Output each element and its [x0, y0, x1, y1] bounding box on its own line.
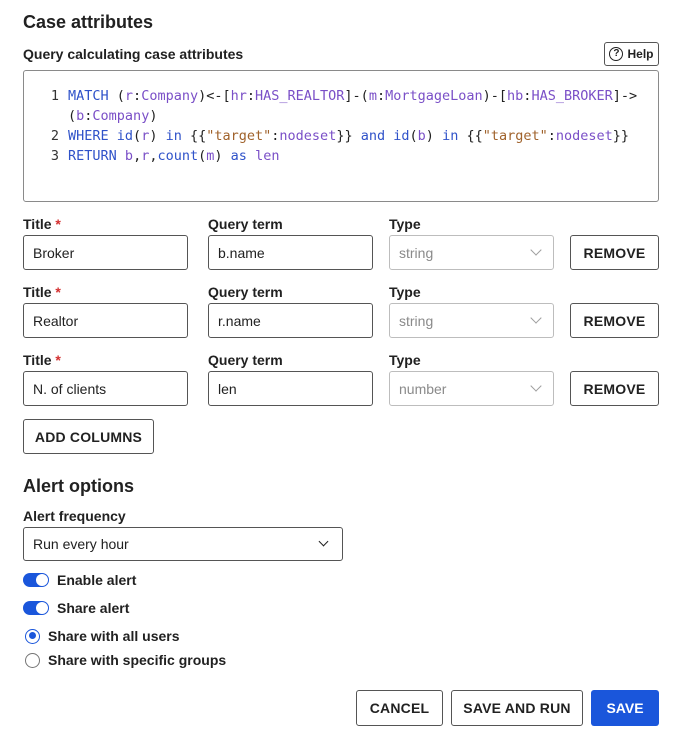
type-label: Type [389, 284, 421, 300]
title-input[interactable]: Realtor [23, 303, 188, 338]
type-select[interactable]: string [389, 303, 554, 338]
type-label: Type [389, 352, 421, 368]
code-text: MATCH (r:Company)<-[hr:HAS_REALTOR]-(m:M… [68, 88, 638, 104]
chevron-down-icon [530, 380, 542, 392]
share-alert-label: Share alert [57, 600, 130, 616]
enable-alert-label: Enable alert [57, 572, 137, 588]
share-all-label: Share with all users [48, 628, 180, 644]
help-button-label: Help [627, 47, 654, 61]
type-select-value: string [399, 312, 434, 329]
share-groups-radio[interactable] [25, 652, 40, 668]
title-field-label: Title * [23, 284, 61, 300]
alert-frequency-select[interactable]: Run every hour [23, 527, 343, 561]
chevron-down-icon [530, 312, 542, 324]
code-line-3: 3 RETURN b,r,count(m) as len [24, 146, 658, 166]
type-select-value: string [399, 244, 434, 261]
title-input[interactable]: Broker [23, 235, 188, 270]
query-term-label: Query term [208, 284, 283, 300]
code-text: RETURN b,r,count(m) as len [68, 148, 280, 164]
code-line-1: 1 MATCH (r:Company)<-[hr:HAS_REALTOR]-(m… [24, 86, 658, 106]
share-all-radio[interactable] [25, 628, 40, 644]
share-alert-toggle[interactable] [23, 601, 49, 615]
query-editor[interactable]: 1 MATCH (r:Company)<-[hr:HAS_REALTOR]-(m… [23, 70, 659, 202]
remove-button[interactable]: REMOVE [570, 303, 659, 338]
remove-button[interactable]: REMOVE [570, 371, 659, 406]
remove-button[interactable]: REMOVE [570, 235, 659, 270]
chevron-down-icon [318, 536, 329, 547]
line-number: 3 [50, 148, 59, 164]
cancel-button[interactable]: CANCEL [356, 690, 443, 726]
code-line-1-wrap: (b:Company) [24, 106, 658, 126]
title-field-label: Title * [23, 216, 61, 232]
title-field-label: Title * [23, 352, 61, 368]
help-button[interactable]: ? Help [604, 42, 659, 66]
code-text: WHERE id(r) in {{"target":nodeset}} and … [68, 128, 630, 144]
section-title-case-attributes: Case attributes [23, 12, 154, 32]
line-number: 1 [50, 88, 59, 104]
add-columns-button[interactable]: ADD COLUMNS [23, 419, 154, 454]
code-text: (b:Company) [68, 108, 158, 124]
required-mark: * [55, 216, 61, 232]
line-number [24, 106, 59, 126]
save-button[interactable]: SAVE [591, 690, 659, 726]
share-groups-label: Share with specific groups [48, 652, 227, 668]
save-and-run-button[interactable]: SAVE AND RUN [451, 690, 583, 726]
type-select[interactable]: number [389, 371, 554, 406]
alert-frequency-value: Run every hour [33, 536, 129, 552]
required-mark: * [55, 352, 61, 368]
share-all-row: Share with all users [25, 628, 180, 644]
section-title-alert-options: Alert options [23, 476, 134, 496]
chevron-down-icon [530, 244, 542, 256]
query-term-input[interactable]: len [208, 371, 373, 406]
code-line-2: 2 WHERE id(r) in {{"target":nodeset}} an… [24, 126, 658, 146]
line-number: 2 [50, 128, 59, 144]
query-term-input[interactable]: r.name [208, 303, 373, 338]
enable-alert-row: Enable alert [23, 572, 136, 588]
query-term-label: Query term [208, 216, 283, 232]
share-groups-row: Share with specific groups [25, 652, 226, 668]
share-alert-row: Share alert [23, 600, 129, 616]
query-term-label: Query term [208, 352, 283, 368]
query-label: Query calculating case attributes [23, 46, 244, 62]
type-label: Type [389, 216, 421, 232]
type-select-value: number [399, 380, 447, 397]
required-mark: * [55, 284, 61, 300]
alert-frequency-label: Alert frequency [23, 508, 126, 524]
query-term-input[interactable]: b.name [208, 235, 373, 270]
question-circle-icon: ? [609, 47, 624, 61]
enable-alert-toggle[interactable] [23, 573, 49, 587]
type-select[interactable]: string [389, 235, 554, 270]
title-input[interactable]: N. of clients [23, 371, 188, 406]
